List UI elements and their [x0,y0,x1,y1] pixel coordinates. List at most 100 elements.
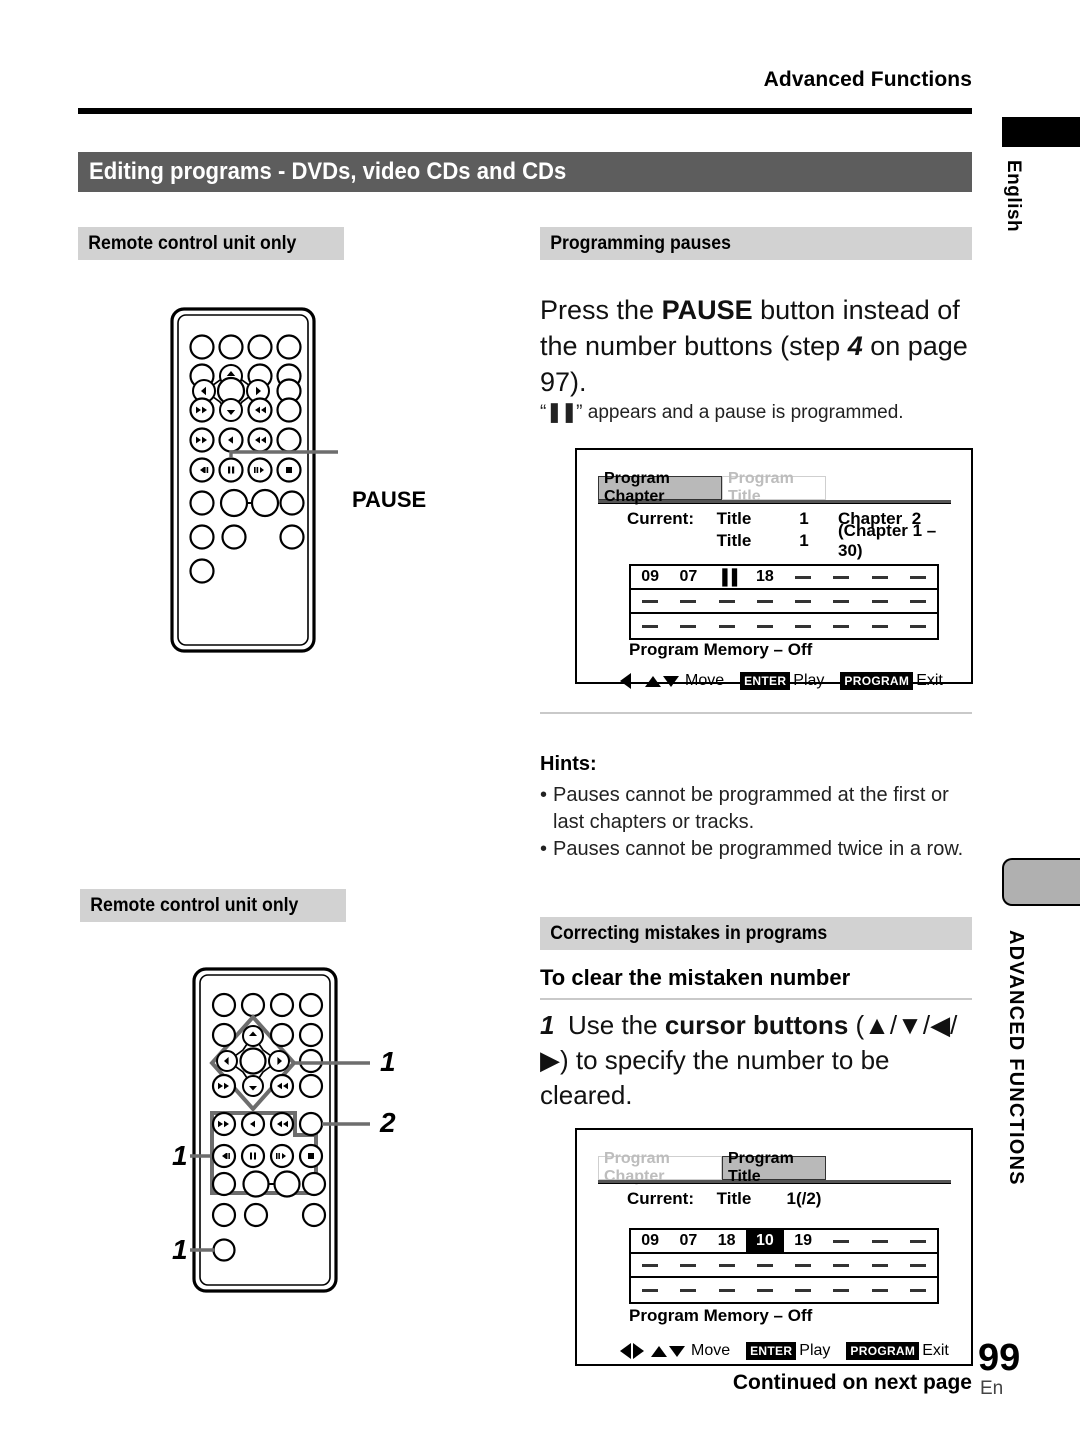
program-cell[interactable] [822,614,860,638]
program-cell[interactable] [784,566,822,588]
arrow-down-icon [663,675,679,687]
pause-icon: ❚❚ [546,402,577,423]
empty-slot-icon [833,575,850,579]
empty-slot-icon [871,575,888,579]
empty-slot-icon [718,1288,735,1292]
empty-slot-icon [795,575,812,579]
note-text: ” appears and a pause is programmed. [576,402,904,423]
margin-tab-language: English [1003,160,1024,233]
empty-slot-icon [909,1239,926,1243]
osd-program-table: 09 07 ▐▐ 18 [629,564,939,640]
hint-text: Pauses cannot be programmed twice in a r… [553,838,964,860]
program-cell[interactable] [631,590,669,612]
program-cell[interactable] [784,590,822,612]
arrow-left-icon [620,1343,631,1359]
program-cell[interactable] [861,1254,899,1276]
empty-slot-icon [871,599,888,603]
program-cell[interactable] [822,590,860,612]
callout-transport-number: 1 [172,1140,188,1171]
table-row [631,614,937,638]
osd-row2-title-label: Title [716,531,752,550]
program-cell[interactable] [631,614,669,638]
hint-item: • Pauses cannot be programmed twice in a … [540,836,980,863]
program-cell[interactable] [861,590,899,612]
osd-tab-program-chapter[interactable]: Program Chapter [598,1150,722,1185]
program-cell[interactable] [861,1230,899,1252]
empty-slot-icon [909,599,926,603]
empty-slot-icon [833,1239,850,1243]
bullet-icon: • [540,838,548,860]
program-cell[interactable] [708,1278,746,1302]
program-cell[interactable] [861,614,899,638]
program-cell[interactable] [746,1278,784,1302]
callout-program-number: 1 [172,1234,188,1265]
osd-play-label: Play [799,1342,831,1359]
section-head-programming-pauses: Programming pauses [540,227,972,260]
program-cell[interactable] [746,590,784,612]
margin-tab-black [1002,117,1080,147]
program-cell[interactable] [861,566,899,588]
osd-enter-key[interactable]: ENTER [746,1342,797,1360]
program-cell[interactable]: 07 [669,566,707,588]
empty-slot-icon [795,599,812,603]
program-cell[interactable]: 18 [746,566,784,588]
program-cell[interactable] [861,1278,899,1302]
osd-current-label: Current: [626,1189,694,1208]
program-cell[interactable] [669,614,707,638]
program-cell[interactable] [822,566,860,588]
program-cell[interactable] [822,1278,860,1302]
program-cell[interactable] [899,1278,937,1302]
program-cell[interactable] [899,590,937,612]
empty-slot-icon [833,599,850,603]
program-cell[interactable] [899,566,937,588]
program-cell[interactable] [822,1254,860,1276]
program-cell[interactable] [669,1278,707,1302]
program-cell[interactable] [784,1254,822,1276]
osd-tab-program-title[interactable]: Program Title [722,470,826,505]
program-cell[interactable] [631,1278,669,1302]
lead-instruction: Press the PAUSE button instead of the nu… [540,292,980,400]
program-cell[interactable] [708,614,746,638]
osd-enter-key[interactable]: ENTER [740,672,791,690]
program-cell[interactable] [899,614,937,638]
program-cell[interactable]: 09 [631,1230,669,1252]
continued-note: Continued on next page [732,1371,972,1394]
program-cell[interactable] [746,1254,784,1276]
osd-exit-label: Exit [916,672,943,689]
osd-tab-program-title[interactable]: Program Title [722,1150,826,1185]
program-cell[interactable] [669,590,707,612]
program-cell[interactable] [784,1278,822,1302]
program-cell[interactable]: 07 [669,1230,707,1252]
program-cell[interactable] [784,614,822,638]
program-cell[interactable] [746,614,784,638]
osd-tab-program-chapter[interactable]: Program Chapter [598,470,722,505]
program-cell[interactable]: 09 [631,566,669,588]
program-cell-selected[interactable]: 10 [745,1230,784,1252]
empty-slot-icon [871,1288,888,1292]
program-cell[interactable]: ▐▐ [708,566,746,588]
osd-current-line-1: Current: Title 1(/2) [598,1188,951,1210]
program-cell[interactable]: 19 [784,1230,822,1252]
lead-pre: Press the [540,295,662,325]
empty-slot-icon [871,624,888,628]
program-cell[interactable] [899,1230,937,1252]
empty-slot-icon [642,1263,659,1267]
osd-current-label: Current: [626,509,694,528]
running-head: Advanced Functions [763,68,972,91]
program-cell[interactable] [708,1254,746,1276]
osd-current-info: Current: Title 1 Chapter 2 Title 1 (Chap… [598,508,951,560]
bullet-icon: • [540,784,548,806]
program-cell[interactable]: 18 [708,1230,746,1252]
osd-move-label: Move [685,672,725,689]
page-language-code: En [980,1378,1004,1399]
section-head-label: Remote control unit only [88,232,297,254]
program-cell[interactable] [899,1254,937,1276]
program-cell[interactable] [631,1254,669,1276]
osd-play-label: Play [793,672,825,689]
osd-program-key[interactable]: PROGRAM [846,1342,920,1360]
program-cell[interactable] [708,590,746,612]
program-cell[interactable] [822,1230,860,1252]
remote-button-row-8 [189,558,215,584]
program-cell[interactable] [669,1254,707,1276]
osd-program-key[interactable]: PROGRAM [840,672,914,690]
